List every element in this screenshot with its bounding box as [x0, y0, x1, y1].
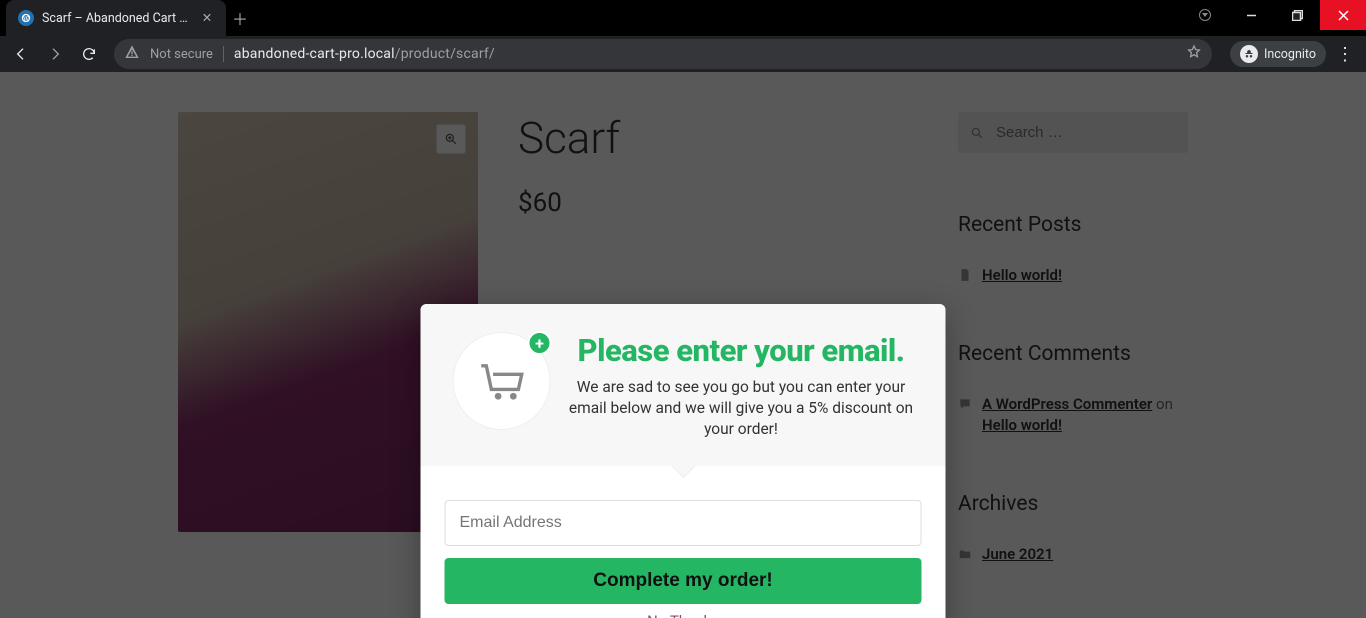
tab-title: Scarf – Abandoned Cart Pro [42, 11, 192, 26]
maximize-button[interactable] [1274, 0, 1320, 30]
modal-heading: Please enter your email. [569, 332, 914, 369]
not-secure-label: Not secure [150, 47, 213, 62]
bookmark-star-icon[interactable] [1186, 44, 1202, 64]
url-text: abandoned-cart-pro.local/product/scarf/ [234, 46, 495, 62]
reload-button[interactable] [74, 39, 104, 69]
modal-subtext: We are sad to see you go but you can ent… [569, 377, 914, 440]
modal-body: Complete my order! No Thanks [421, 466, 946, 618]
minimize-button[interactable] [1228, 0, 1274, 30]
wordpress-icon [18, 10, 34, 26]
incognito-badge[interactable]: Incognito [1230, 41, 1326, 67]
browser-tab[interactable]: Scarf – Abandoned Cart Pro ✕ [6, 0, 226, 36]
complete-order-button[interactable]: Complete my order! [445, 558, 922, 604]
not-secure-icon [124, 44, 140, 64]
email-input[interactable] [445, 500, 922, 546]
window-titlebar: Scarf – Abandoned Cart Pro ✕ ＋ [0, 0, 1366, 36]
incognito-label: Incognito [1264, 47, 1316, 62]
tab-close-icon[interactable]: ✕ [200, 10, 214, 26]
no-thanks-link[interactable]: No Thanks [445, 612, 922, 618]
browser-menu-icon[interactable] [1182, 0, 1228, 30]
incognito-icon [1240, 45, 1258, 63]
modal-header: + Please enter your email. We are sad to… [421, 304, 946, 466]
email-capture-modal: ✕ + Please enter your email. We are sad … [421, 304, 946, 618]
browser-menu-button[interactable]: ⋮ [1330, 44, 1360, 65]
omnibox-divider [223, 46, 224, 62]
cart-icon: + [453, 332, 551, 430]
forward-button[interactable] [40, 39, 70, 69]
plus-badge-icon: + [528, 331, 552, 355]
back-button[interactable] [6, 39, 36, 69]
new-tab-button[interactable]: ＋ [226, 0, 254, 36]
window-controls [1182, 0, 1366, 30]
page-viewport: Scarf $60 Recent Posts Hello world! Rece… [0, 72, 1366, 618]
window-close-button[interactable] [1320, 0, 1366, 30]
address-bar[interactable]: Not secure abandoned-cart-pro.local/prod… [114, 39, 1212, 69]
browser-toolbar: Not secure abandoned-cart-pro.local/prod… [0, 36, 1366, 72]
